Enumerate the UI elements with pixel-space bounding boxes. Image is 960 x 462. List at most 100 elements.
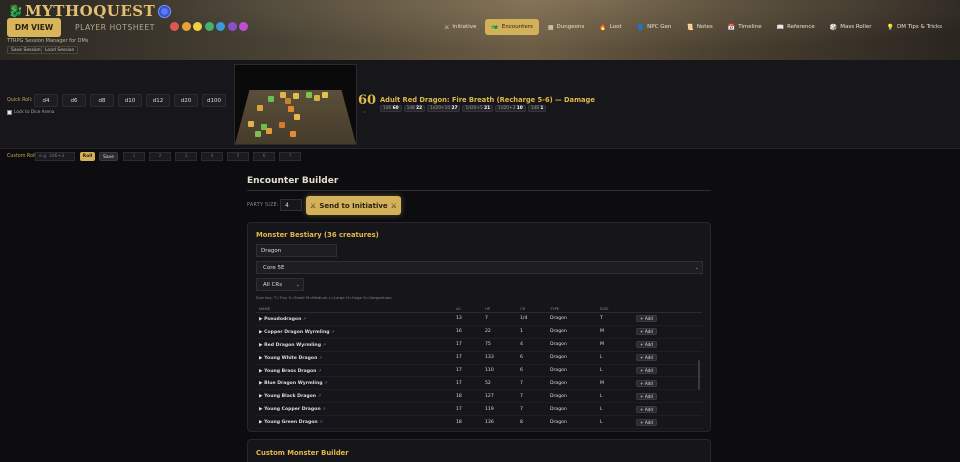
table-row[interactable]: ▶ Red Dragon Wyrmling ↗ 17 75 4 Dragon M + Add xyxy=(256,339,702,352)
theme-dot-green[interactable] xyxy=(204,22,214,31)
tab-reference[interactable]: 📖 Reference xyxy=(771,19,821,35)
add-monster-button[interactable]: + Add xyxy=(636,367,657,374)
add-monster-button[interactable]: + Add xyxy=(636,354,657,362)
saved-roll-slot[interactable]: 7 xyxy=(279,152,301,161)
monster-name-cell[interactable]: ▶ Red Dragon Wyrmling ↗ xyxy=(256,342,456,348)
table-row[interactable]: ▶ Pseudodragon ↗ 13 7 1/4 Dragon T + Add xyxy=(256,313,702,326)
die-button-d8[interactable]: d8 xyxy=(90,94,114,107)
party-size-input[interactable]: 4 xyxy=(280,199,302,211)
monster-name-cell[interactable]: ▶ Young Brass Dragon ↗ xyxy=(256,368,456,374)
roll-chip: 1d20+10 27 xyxy=(427,105,461,112)
custom-roll-save-button[interactable]: Save xyxy=(99,152,118,161)
monster-bestiary: Monster Bestiary (36 creatures) Dragon C… xyxy=(247,222,711,432)
die-button-d100[interactable]: d100 xyxy=(202,94,226,107)
table-row[interactable]: ▶ Young Green Dragon ↗ 18 136 8 Dragon L + Add xyxy=(256,416,702,430)
external-link-icon[interactable]: ↗ xyxy=(303,316,306,321)
column-header-name[interactable]: NAME xyxy=(256,306,456,311)
hp-cell: 22 xyxy=(485,329,491,335)
theme-dot-yellow[interactable] xyxy=(193,22,202,31)
external-link-icon[interactable]: ↗ xyxy=(322,406,325,411)
die-button-d10[interactable]: d10 xyxy=(118,94,142,107)
tab-encounters[interactable]: 🐲 Encounters xyxy=(485,19,539,35)
monster-name-cell[interactable]: ▶ Young White Dragon ↗ xyxy=(256,355,456,361)
action-cell: + Add xyxy=(636,379,676,387)
table-row[interactable]: ▶ Young Brass Dragon ↗ 17 110 6 Dragon L + Add xyxy=(256,365,702,378)
external-link-icon[interactable]: ↗ xyxy=(318,368,321,373)
column-header-size[interactable]: SIZE xyxy=(600,306,636,311)
add-monster-button[interactable]: + Add xyxy=(636,328,657,336)
external-link-icon[interactable]: ↗ xyxy=(323,342,326,347)
table-scrollbar[interactable] xyxy=(698,360,700,390)
theme-dot-orange[interactable] xyxy=(181,22,191,31)
column-header-type[interactable]: TYPE xyxy=(550,306,600,311)
tab-initiative[interactable]: ⚔ Initiative xyxy=(438,19,482,35)
monster-name-cell[interactable]: ▶ Blue Dragon Wyrmling ↗ xyxy=(256,380,456,386)
saved-roll-slot[interactable]: 1 xyxy=(123,152,145,161)
tab-dungeons[interactable]: ▦ Dungeons xyxy=(542,19,590,35)
theme-dot-red[interactable] xyxy=(170,22,179,31)
source-select[interactable]: Core 5E ⌄ xyxy=(256,261,703,274)
bestiary-search-input[interactable]: Dragon xyxy=(256,244,337,257)
saved-roll-slot[interactable]: 3 xyxy=(175,152,197,161)
die-button-d12[interactable]: d12 xyxy=(146,94,170,107)
hp-cell: 127 xyxy=(485,393,494,399)
tab-mass-roller[interactable]: 🎲 Mass Roller xyxy=(824,19,878,35)
external-link-icon[interactable]: ↗ xyxy=(319,355,322,360)
custom-roll-input[interactable]: e.g. 3d6+3 xyxy=(35,152,75,161)
bestiary-table: NAME AC HP CR TYPE SIZE ▶ Pseudodragon ↗… xyxy=(256,304,702,430)
add-monster-button[interactable]: + Add xyxy=(636,315,657,323)
external-link-icon[interactable]: ↗ xyxy=(324,380,327,385)
monster-name-cell[interactable]: ▶ Pseudodragon ↗ xyxy=(256,316,456,322)
external-link-icon[interactable]: ↗ xyxy=(318,393,321,398)
tab-loot[interactable]: 🔥 Loot xyxy=(593,19,627,35)
die-button-d6[interactable]: d6 xyxy=(62,94,86,107)
column-header-cr[interactable]: CR xyxy=(520,306,550,311)
theme-dot-purple[interactable] xyxy=(227,22,237,31)
lock-dice-arena-checkbox[interactable]: Lock to Dice Arena xyxy=(7,110,54,115)
custom-roll-button[interactable]: Roll xyxy=(80,152,95,161)
dm-view-button[interactable]: DM VIEW xyxy=(7,18,61,37)
saved-roll-slot[interactable]: 6 xyxy=(253,152,275,161)
add-monster-button[interactable]: + Add xyxy=(636,392,657,400)
die-button-d20[interactable]: d20 xyxy=(174,94,198,107)
send-to-initiative-button[interactable]: ⚔ Send to Initiative ⚔ xyxy=(306,196,401,215)
theme-dot-blue[interactable] xyxy=(216,22,225,31)
add-monster-button[interactable]: + Add xyxy=(636,418,657,426)
add-monster-button[interactable]: + Add xyxy=(636,379,657,387)
table-row[interactable]: ▶ Young White Dragon ↗ 17 133 6 Dragon L + Add xyxy=(256,352,702,365)
tab-timeline[interactable]: 📅 Timeline xyxy=(722,19,768,35)
player-hotsheet-button[interactable]: PLAYER HOTSHEET xyxy=(73,18,157,37)
cr-cell: 7 xyxy=(520,393,523,399)
book-icon: 📖 xyxy=(776,23,785,31)
monster-name-cell[interactable]: ▶ Young Copper Dragon ↗ xyxy=(256,406,456,412)
column-header-ac[interactable]: AC xyxy=(456,306,485,311)
die-button-d4[interactable]: d4 xyxy=(34,94,58,107)
monster-name-cell[interactable]: ▶ Young Green Dragon ↗ xyxy=(256,419,456,425)
monster-name-cell[interactable]: ▶ Copper Dragon Wyrmling ↗ xyxy=(256,329,456,335)
saved-roll-slot[interactable]: 5 xyxy=(227,152,249,161)
tab-notes[interactable]: 📜 Notes xyxy=(680,19,718,35)
saved-roll-slot[interactable]: 2 xyxy=(149,152,171,161)
table-row[interactable]: ▶ Young Copper Dragon ↗ 17 119 7 Dragon L + Ad… xyxy=(256,403,702,417)
table-row[interactable]: ▶ Blue Dragon Wyrmling ↗ 17 52 7 Dragon M + Ad… xyxy=(256,377,702,391)
hp-cell: 119 xyxy=(485,406,494,412)
checkbox-box[interactable] xyxy=(7,110,12,115)
load-session-button[interactable]: Load Session xyxy=(41,46,79,54)
monster-name: Red Dragon Wyrmling xyxy=(264,342,321,348)
column-header-hp[interactable]: HP xyxy=(485,306,520,311)
dice-arena[interactable] xyxy=(234,64,357,145)
external-link-icon[interactable]: ↗ xyxy=(319,419,322,424)
monster-name-cell[interactable]: ▶ Young Black Dragon ↗ xyxy=(256,393,456,399)
cr-filter-select[interactable]: All CRs ⌄ xyxy=(256,278,304,291)
theme-dot-magenta[interactable] xyxy=(239,22,248,31)
tab-dm-tips[interactable]: 💡 DM Tips & Tricks xyxy=(881,19,949,35)
table-row[interactable]: ▶ Young Black Dragon ↗ 18 127 7 Dragon L + Add xyxy=(256,390,702,404)
saved-roll-slot[interactable]: 4 xyxy=(201,152,223,161)
table-row[interactable]: ▶ Copper Dragon Wyrmling ↗ 16 22 1 Dragon M + … xyxy=(256,326,702,339)
tab-npc-gen[interactable]: 👤 NPC Gen xyxy=(631,19,678,35)
add-monster-button[interactable]: + Add xyxy=(636,405,657,413)
tab-label: DM Tips & Tricks xyxy=(896,24,942,30)
add-monster-button[interactable]: + Add xyxy=(636,341,657,349)
save-session-button[interactable]: Save Session xyxy=(7,46,45,54)
external-link-icon[interactable]: ↗ xyxy=(331,329,334,334)
